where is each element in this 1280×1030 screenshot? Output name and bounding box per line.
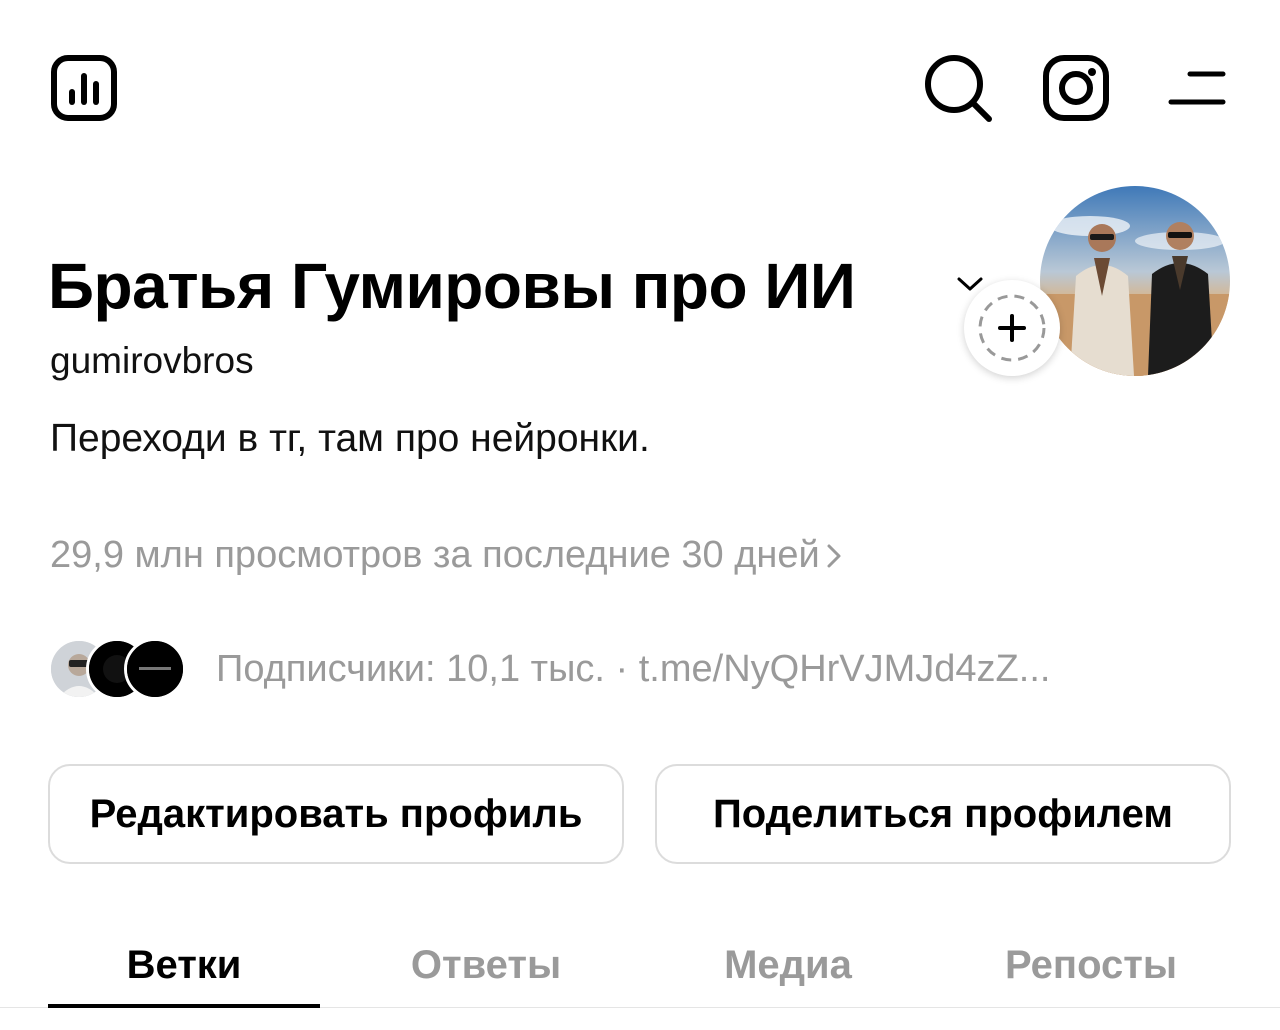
views-text: 29,9 млн просмотров за последние 30 дней — [50, 534, 820, 576]
edit-profile-button[interactable]: Редактировать профиль — [48, 764, 624, 864]
profile-username: gumirovbros — [50, 340, 254, 381]
menu-icon[interactable] — [1168, 70, 1226, 106]
views-insights-link[interactable]: 29,9 млн просмотров за последние 30 дней — [50, 531, 842, 581]
tab-reposts[interactable]: Репосты — [955, 925, 1227, 1005]
profile-bio: Переходи в тг, там про нейронки. — [50, 417, 650, 460]
insights-icon[interactable] — [50, 54, 118, 122]
plus-icon — [978, 294, 1046, 362]
chevron-right-icon — [826, 533, 842, 581]
tab-replies[interactable]: Ответы — [350, 925, 622, 1005]
followers-count[interactable]: Подписчики: 10,1 тыс. — [216, 648, 605, 690]
follower-avatars[interactable] — [48, 638, 188, 700]
add-story-button[interactable] — [964, 280, 1060, 376]
profile-display-name: Братья Гумировы про ИИ — [48, 250, 856, 322]
separator-dot: · — [615, 648, 629, 690]
share-profile-button[interactable]: Поделиться профилем — [655, 764, 1231, 864]
tab-media[interactable]: Медиа — [652, 925, 924, 1005]
profile-link[interactable]: t.me/NyQHrVJMJd4zZ... — [639, 648, 1051, 690]
profile-avatar[interactable] — [1040, 186, 1230, 376]
search-icon[interactable] — [922, 52, 994, 124]
followers-line: Подписчики: 10,1 тыс. · t.me/NyQHrVJMJd4… — [216, 645, 1050, 693]
instagram-icon[interactable] — [1042, 54, 1110, 122]
follower-avatar — [124, 638, 186, 700]
tab-threads[interactable]: Ветки — [48, 925, 320, 1005]
active-tab-indicator — [48, 1004, 320, 1008]
